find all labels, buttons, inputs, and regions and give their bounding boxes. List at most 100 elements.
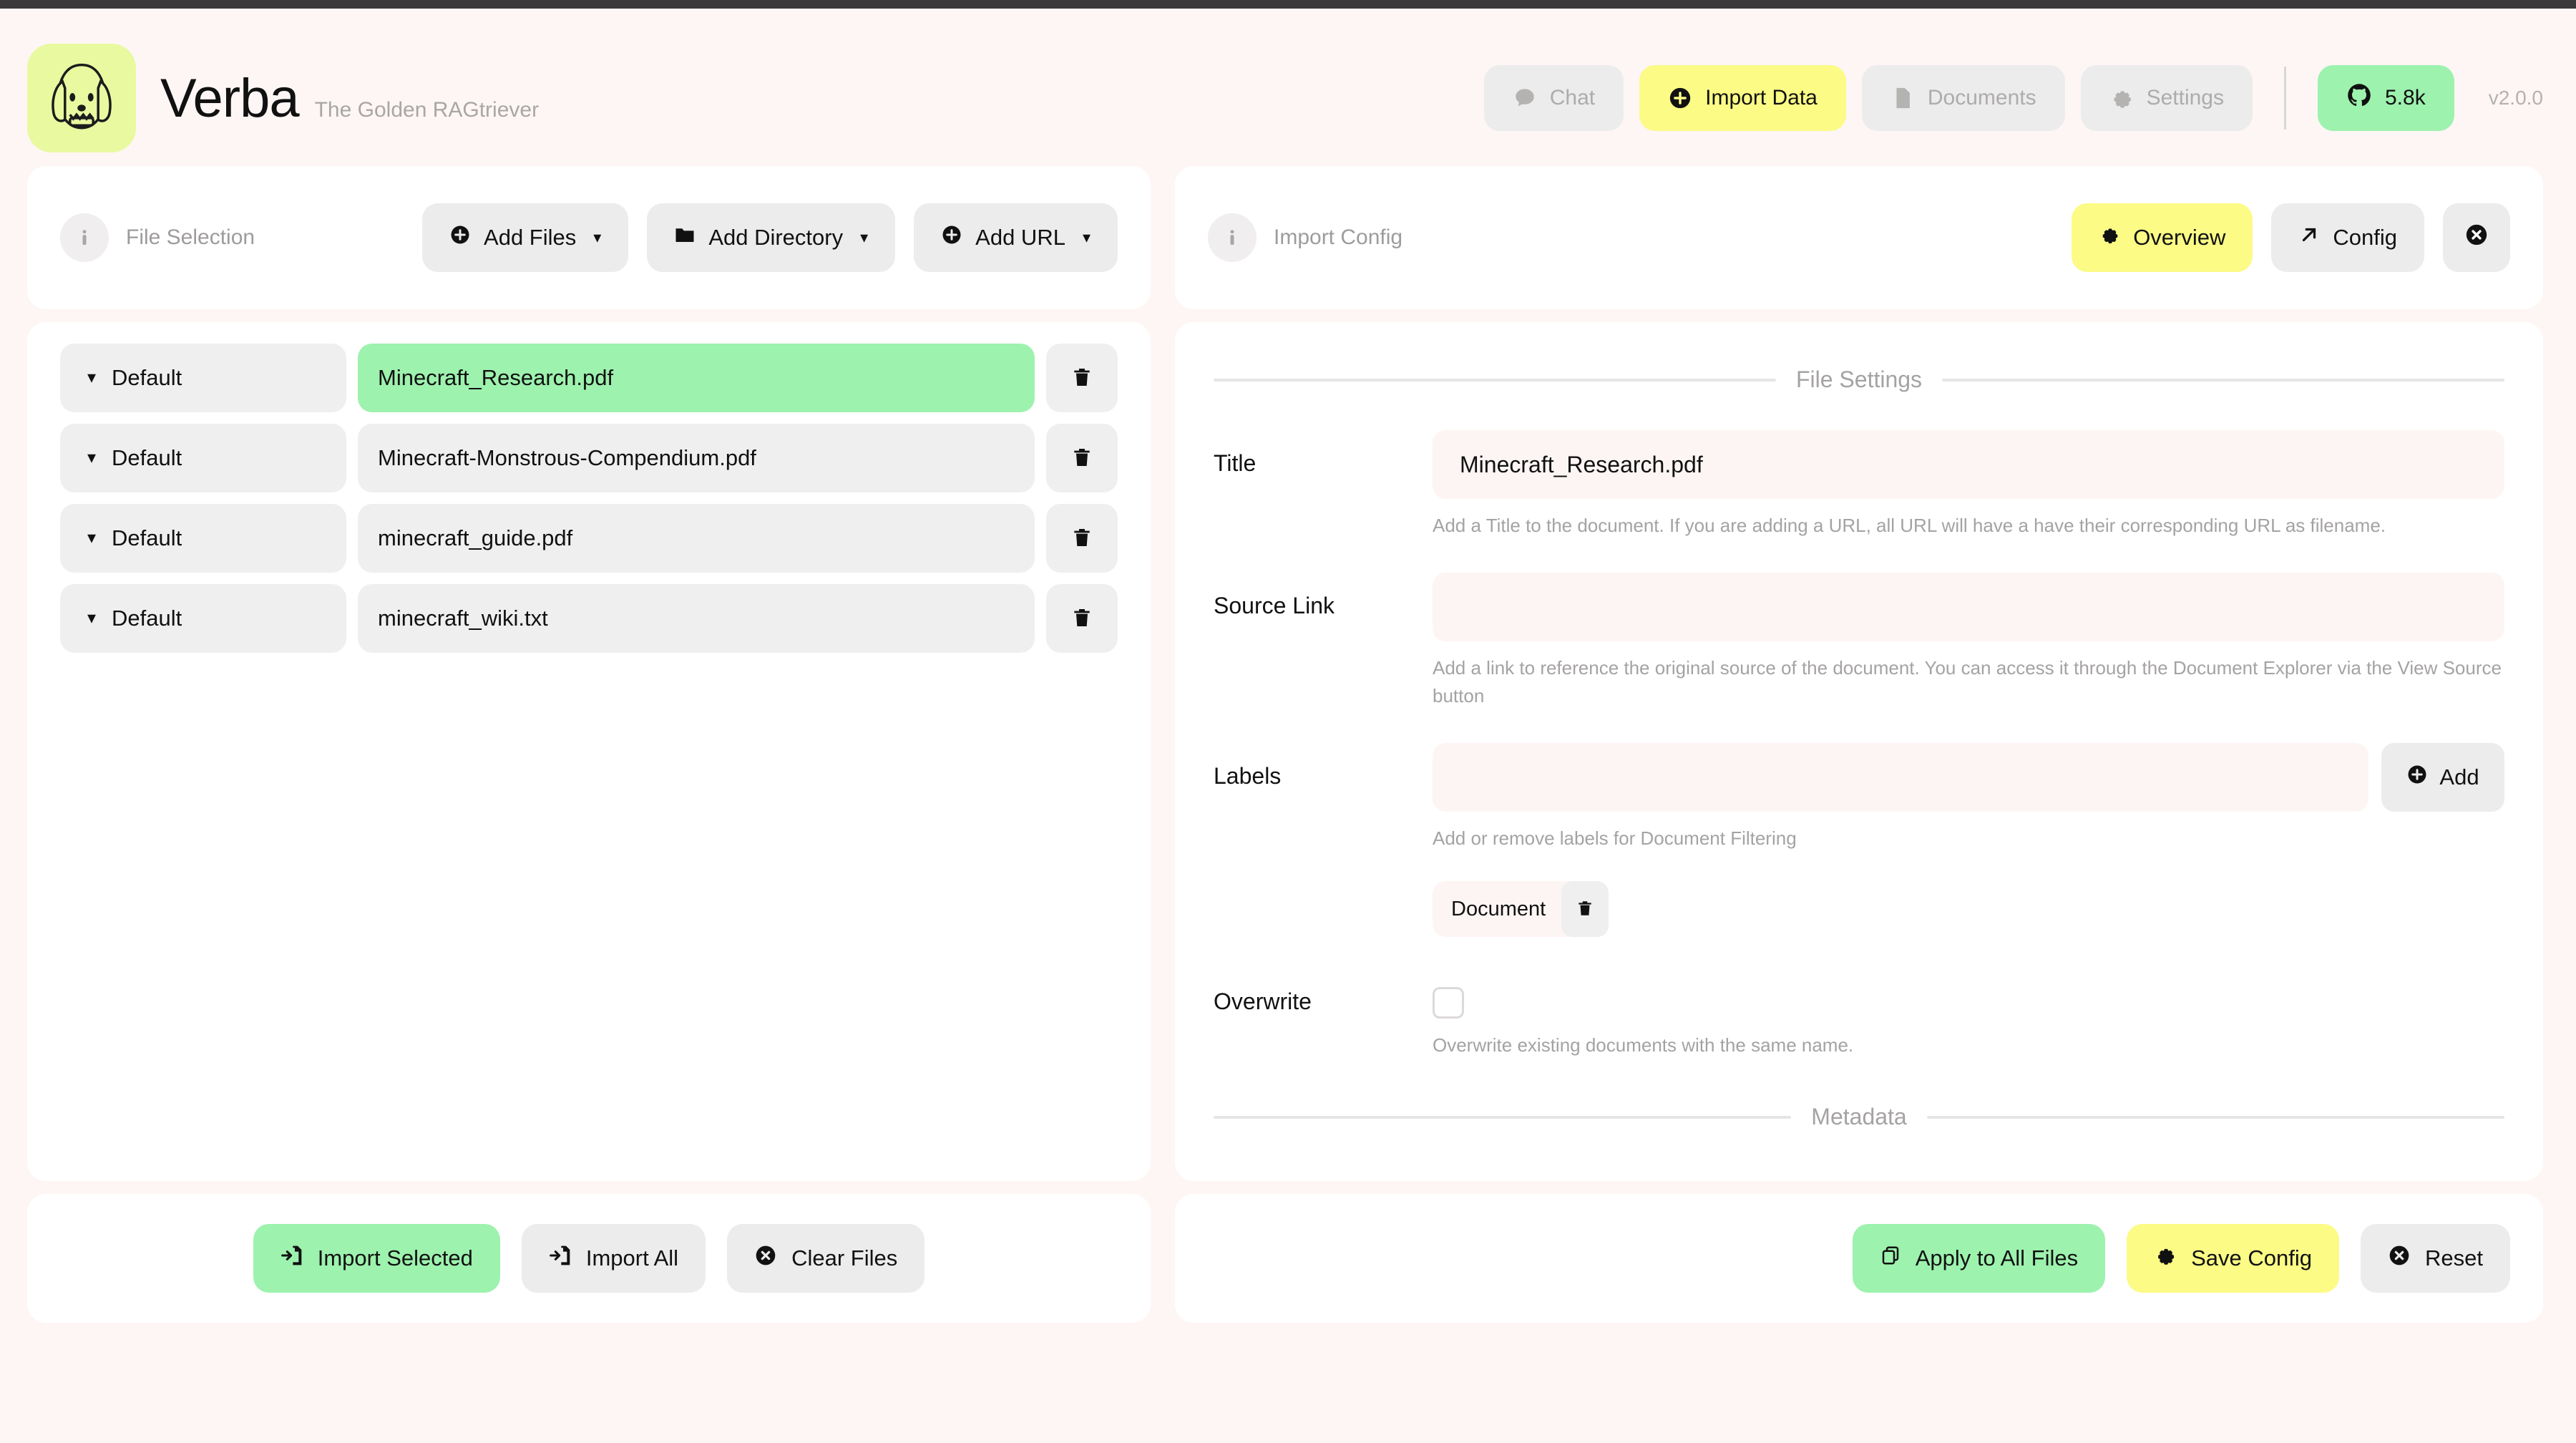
source-link-field-group: Source Link Add a link to reference the … [1214, 573, 2504, 739]
import-all-button[interactable]: Import All [521, 1224, 706, 1293]
tab-config[interactable]: Config [2271, 203, 2424, 272]
tab-documents[interactable]: Documents [1861, 65, 2065, 131]
browser-chrome-strip [0, 0, 2576, 9]
info-icon [1208, 213, 1257, 262]
chunker-label: Default [112, 606, 182, 631]
plus-circle-icon [941, 224, 962, 251]
divider-line [1214, 378, 1776, 382]
github-stars-label: 5.8k [2385, 86, 2426, 110]
trash-icon [1070, 526, 1093, 551]
plus-circle-icon [449, 224, 471, 251]
import-selected-button[interactable]: Import Selected [253, 1224, 500, 1293]
chevron-down-icon: ▾ [87, 448, 97, 467]
labels-label: Labels [1214, 763, 1282, 789]
label-chip-list: Document [1433, 881, 2504, 937]
file-name[interactable]: Minecraft_Research.pdf [358, 344, 1035, 412]
title-input[interactable] [1433, 430, 2504, 499]
tab-settings[interactable]: Settings [2080, 65, 2253, 131]
file-row: ▾ Default Minecraft-Monstrous-Compendium.p… [60, 424, 1118, 492]
label-chip-text: Document [1451, 897, 1546, 920]
source-link-helper-text: Add a link to reference the original sou… [1433, 657, 2502, 706]
reset-button[interactable]: Reset [2361, 1224, 2510, 1293]
tab-chat[interactable]: Chat [1483, 65, 1624, 131]
tab-overview-label: Overview [2133, 225, 2226, 250]
clear-files-button[interactable]: Clear Files [727, 1224, 925, 1293]
divider-line [1942, 378, 2505, 382]
chat-bubble-icon [1513, 86, 1537, 110]
apply-to-all-files-button[interactable]: Apply to All Files [1852, 1224, 2106, 1293]
trash-icon [1070, 366, 1093, 391]
metadata-field-group [1214, 1167, 2504, 1181]
add-directory-button[interactable]: Add Directory ▾ [647, 203, 896, 272]
overwrite-checkbox[interactable] [1433, 987, 1464, 1019]
overwrite-helper-text: Overwrite existing documents with the sa… [1433, 1034, 1854, 1056]
file-name[interactable]: Minecraft-Monstrous-Compendium.pdf [358, 424, 1035, 492]
app-root: Verba The Golden RAGtriever Chat Import … [0, 9, 2576, 1443]
x-circle-icon [754, 1244, 777, 1273]
app-version: v2.0.0 [2488, 87, 2543, 109]
delete-file-button[interactable] [1046, 584, 1118, 653]
tab-config-label: Config [2333, 225, 2397, 250]
tab-overview[interactable]: Overview [2072, 203, 2253, 272]
overwrite-field-group: Overwrite Overwrite existing documents w… [1214, 968, 2504, 1088]
file-settings-title: File Settings [1795, 366, 1923, 392]
labels-field-group: Labels Add Add or remove labels for Docu… [1214, 743, 2504, 964]
footer-action-bars: Import Selected Import All Clear Files A… [0, 1181, 2576, 1323]
save-config-button[interactable]: Save Config [2127, 1224, 2340, 1293]
nav-divider [2284, 67, 2286, 130]
tab-settings-label: Settings [2146, 86, 2224, 110]
source-link-input[interactable] [1433, 573, 2504, 641]
add-url-button[interactable]: Add URL ▾ [914, 203, 1118, 272]
close-config-button[interactable] [2443, 203, 2510, 272]
page-title: Verba [160, 67, 300, 129]
file-name[interactable]: minecraft_wiki.txt [358, 584, 1035, 653]
file-list: ▾ Default Minecraft_Research.pdf ▾ Default Mi… [60, 344, 1118, 653]
chunker-select[interactable]: ▾ Default [60, 584, 346, 653]
add-url-label: Add URL [975, 225, 1065, 250]
label-chip[interactable]: Document [1433, 881, 1609, 937]
add-files-button[interactable]: Add Files ▾ [422, 203, 629, 272]
footer-note [0, 1351, 2576, 1369]
document-icon [1890, 86, 1915, 110]
copy-icon [1880, 1245, 1901, 1272]
file-selection-title-group: File Selection [60, 213, 255, 262]
folder-icon [674, 224, 696, 251]
github-stars-button[interactable]: 5.8k [2318, 65, 2454, 131]
import-config-title: Import Config [1274, 225, 1403, 249]
chevron-down-icon: ▾ [87, 528, 97, 548]
import-all-label: Import All [585, 1245, 679, 1270]
chunker-select[interactable]: ▾ Default [60, 504, 346, 573]
trash-icon [1070, 606, 1093, 631]
arrow-up-right-icon [2298, 224, 2320, 251]
chevron-down-icon: ▾ [87, 368, 97, 387]
import-config-footer: Apply to All Files Save Config Reset [1175, 1194, 2543, 1323]
delete-file-button[interactable] [1046, 424, 1118, 492]
chevron-down-icon: ▾ [1082, 228, 1091, 246]
chunker-select[interactable]: ▾ Default [60, 344, 346, 412]
tab-import-data[interactable]: Import Data [1639, 65, 1846, 131]
file-row: ▾ Default Minecraft_Research.pdf [60, 344, 1118, 412]
tab-import-data-label: Import Data [1705, 86, 1818, 110]
chevron-down-icon: ▾ [593, 228, 602, 246]
chevron-down-icon: ▾ [860, 228, 869, 246]
labels-input[interactable] [1433, 743, 2368, 812]
x-circle-icon [2388, 1244, 2411, 1273]
title-helper-text: Add a Title to the document. If you are … [1433, 515, 2386, 536]
file-row: ▾ Default minecraft_wiki.txt [60, 584, 1118, 653]
add-label-text: Add [2439, 764, 2479, 789]
chunker-label: Default [112, 365, 182, 390]
delete-file-button[interactable] [1046, 504, 1118, 573]
file-name[interactable]: minecraft_guide.pdf [358, 504, 1035, 573]
apply-to-all-files-label: Apply to All Files [1915, 1245, 2079, 1270]
chunker-select[interactable]: ▾ Default [60, 424, 346, 492]
save-config-label: Save Config [2191, 1245, 2313, 1270]
chunker-label: Default [112, 445, 182, 470]
add-label-button[interactable]: Add [2381, 743, 2504, 812]
add-directory-label: Add Directory [708, 225, 844, 250]
tab-chat-label: Chat [1549, 86, 1596, 110]
file-row: ▾ Default minecraft_guide.pdf [60, 504, 1118, 573]
delete-file-button[interactable] [1046, 344, 1118, 412]
delete-label-button[interactable] [1561, 881, 1609, 937]
divider-line [1926, 1115, 2505, 1119]
file-import-icon [280, 1244, 303, 1273]
